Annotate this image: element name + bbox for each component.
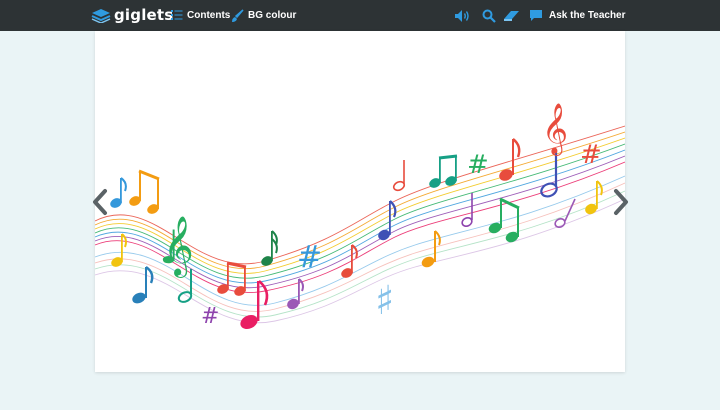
svg-text:#: # <box>297 240 322 275</box>
search-button[interactable] <box>480 7 498 24</box>
audio-button[interactable] <box>453 7 471 24</box>
music-notes-illustration: 𝄞 ♩ # # ♯ # 𝄞 # <box>95 103 625 330</box>
top-navigation-bar: giglets Contents BG colour Ask the Teach… <box>0 0 720 31</box>
contents-label: Contents <box>187 10 231 21</box>
svg-text:#: # <box>467 150 489 180</box>
search-icon <box>482 9 496 23</box>
chevron-left-icon[interactable] <box>90 188 110 216</box>
giglets-logo[interactable]: giglets <box>91 5 173 25</box>
bg-colour-label: BG colour <box>248 10 297 21</box>
lesson-page: 𝄞 ♩ # # ♯ # 𝄞 # <box>95 31 625 372</box>
eraser-button[interactable] <box>503 7 521 24</box>
list-icon <box>171 10 183 20</box>
chevron-right-icon[interactable] <box>611 188 631 216</box>
ask-the-teacher-button[interactable]: Ask the Teacher <box>529 7 626 24</box>
eraser-icon <box>504 10 519 21</box>
svg-text:#: # <box>580 140 602 170</box>
paintbrush-icon <box>232 8 244 22</box>
contents-button[interactable]: Contents <box>171 7 230 24</box>
logo-text: giglets <box>114 6 174 24</box>
chat-bubble-icon <box>530 10 542 21</box>
svg-text:♩: ♩ <box>159 220 181 274</box>
svg-text:𝄞: 𝄞 <box>542 103 568 156</box>
speaker-icon <box>454 9 469 22</box>
svg-text:♯: ♯ <box>375 278 394 324</box>
bg-colour-button[interactable]: BG colour <box>231 7 296 24</box>
book-icon <box>91 9 111 23</box>
svg-text:#: # <box>201 304 219 329</box>
ask-the-teacher-label: Ask the Teacher <box>549 10 626 21</box>
